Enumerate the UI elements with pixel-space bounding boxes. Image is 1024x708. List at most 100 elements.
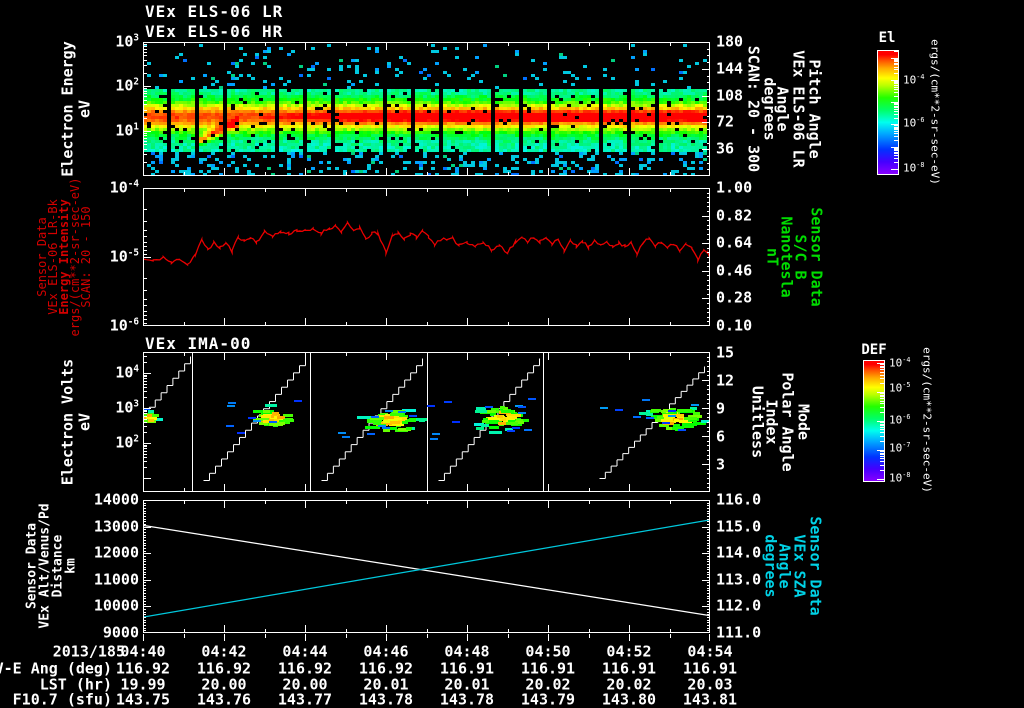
colorbar-def-tick-label: 10-8 <box>889 470 911 485</box>
time-tick-label: 04:48 <box>444 642 490 661</box>
els-right-label-angle: Angle <box>773 86 792 132</box>
bfield-right-ytick: 0.10 <box>716 316 753 335</box>
row-label-ve-ang: V-E Ang (deg) <box>0 659 112 678</box>
ima-yaxis-label: Electron Volts <box>58 358 77 486</box>
bfield-right-ytick: 0.82 <box>716 206 753 225</box>
els-spectrogram-canvas <box>143 42 710 176</box>
orbit-right-ytick: 115.0 <box>716 517 762 536</box>
bfield-ytick: 10-4 <box>109 178 139 197</box>
colorbar-el-tick <box>894 118 898 119</box>
colorbar-def-tick-label: 10-5 <box>889 380 911 395</box>
bfield-left-label-scan: SCAN: 20 - 150 <box>79 206 93 308</box>
time-tick-label: 04:46 <box>363 642 409 661</box>
ima-right-ytick: 9 <box>716 399 726 418</box>
row-label-f107: F10.7 (sfu) <box>12 690 112 708</box>
bfield-ytick: 10-5 <box>109 247 139 266</box>
table-value: 116.92 <box>358 659 414 678</box>
colorbar-el-tick <box>894 96 898 97</box>
colorbar-el-tick-label: 10-8 <box>903 160 925 175</box>
bfield-right-ytick: 0.64 <box>716 233 753 252</box>
colorbar-el-tick <box>894 64 898 65</box>
ima-right-ytick: 3 <box>716 455 726 474</box>
colorbar-el-tick <box>894 111 898 112</box>
orbit-ytick: 11000 <box>93 570 139 589</box>
table-value: 143.78 <box>358 690 414 708</box>
colorbar-el-tick <box>894 129 898 130</box>
colorbar-el-unit: ergs/(cm**2-sr-sec-eV) <box>928 39 942 185</box>
colorbar-el-tick <box>894 106 898 107</box>
ima-right-label-mode: Mode <box>794 403 813 441</box>
orbit-ytick: 10000 <box>93 596 139 615</box>
colorbar-el-tick <box>894 140 898 141</box>
colorbar-el-tick <box>894 125 898 126</box>
colorbar-def-tick <box>880 366 884 367</box>
orbit-right-ytick: 113.0 <box>716 570 762 589</box>
bfield-ytick: 10-6 <box>109 316 139 335</box>
colorbar-el-tick-label: 10-6 <box>903 115 925 130</box>
colorbar-el-tick <box>894 128 898 129</box>
ima-right-label-index: Index <box>762 399 781 445</box>
plot-screen: VEx ELS-06 LR VEx ELS-06 HR VEx IMA-00 E… <box>0 0 1024 708</box>
colorbar-el-tick <box>894 148 898 149</box>
els-right-label-scan: SCAN: 20 - 300 <box>744 45 763 173</box>
bfield-right-label-scb: S/C B <box>791 234 810 280</box>
table-value: 116.92 <box>277 659 333 678</box>
table-value: 116.92 <box>115 659 171 678</box>
orbit-right-ytick: 114.0 <box>716 543 762 562</box>
colorbar-def-tick <box>880 396 884 397</box>
orbit-lines-canvas <box>143 500 710 633</box>
colorbar-def-tick-label: 10-7 <box>889 440 911 455</box>
orbit-right-label-sensor-data: Sensor Data <box>806 516 825 616</box>
table-value: 116.91 <box>439 659 495 678</box>
table-value: 143.76 <box>196 690 252 708</box>
colorbar-el-tick <box>894 87 898 88</box>
colorbar-el-tick <box>894 85 898 86</box>
colorbar-def-tick-label: 10-6 <box>889 412 911 427</box>
colorbar-def-tick <box>880 398 884 399</box>
els-yaxis-label: Electron Energy <box>58 41 77 177</box>
colorbar-el-tick <box>894 152 898 153</box>
colorbar-def-tick <box>880 456 884 457</box>
table-value: 143.77 <box>277 690 333 708</box>
energy-intensity-line-canvas <box>143 188 710 326</box>
colorbar-el-tick <box>894 63 898 64</box>
colorbar-el-tick <box>894 59 898 60</box>
table-value: 143.75 <box>115 690 171 708</box>
colorbar-el-tick <box>894 153 898 154</box>
date-label: 2013/185 <box>52 642 125 661</box>
colorbar-def-tick <box>880 367 884 368</box>
colorbar-def-unit: ergs/(cm**2-sr-sec-eV) <box>920 347 934 493</box>
time-tick-label: 04:54 <box>687 642 733 661</box>
colorbar-def-tick-label: 10-4 <box>889 355 911 370</box>
colorbar-def-tick <box>880 364 884 365</box>
title-els-hr: VEx ELS-06 HR <box>145 22 284 41</box>
colorbar-def-tick <box>880 432 884 433</box>
colorbar-def-tick <box>880 429 884 430</box>
colorbar-el-tick <box>894 103 898 104</box>
colorbar-def-tick <box>880 458 884 459</box>
colorbar-def-tick <box>880 470 884 471</box>
els-right-ytick: 144 <box>716 59 744 78</box>
colorbar-el-tick <box>894 61 898 62</box>
els-right-ytick: 180 <box>716 32 744 51</box>
orbit-left-label-km: km <box>63 558 79 574</box>
els-right-ytick: 108 <box>716 86 744 105</box>
colorbar-def-tick <box>880 424 884 425</box>
table-value: 116.91 <box>520 659 576 678</box>
colorbar-el-tick <box>894 109 898 110</box>
colorbar-el-tick <box>894 51 898 52</box>
ima-yaxis-unit: eV <box>75 412 94 432</box>
colorbar-el-tick-label: 10-4 <box>903 72 925 87</box>
colorbar-el-tick <box>894 73 898 74</box>
els-ytick: 103 <box>115 32 139 51</box>
colorbar-el-tick <box>894 133 898 134</box>
els-ytick: 102 <box>115 76 139 95</box>
orbit-right-label-sza: VEx SZA <box>790 534 809 598</box>
colorbar-el-tick <box>894 81 898 82</box>
time-tick-label: 04:52 <box>606 642 652 661</box>
orbit-right-ytick: 112.0 <box>716 596 762 615</box>
ima-right-ytick: 6 <box>716 427 726 446</box>
orbit-ytick: 14000 <box>93 490 139 509</box>
colorbar-def-tick <box>880 378 884 379</box>
title-els-lr: VEx ELS-06 LR <box>145 2 284 21</box>
